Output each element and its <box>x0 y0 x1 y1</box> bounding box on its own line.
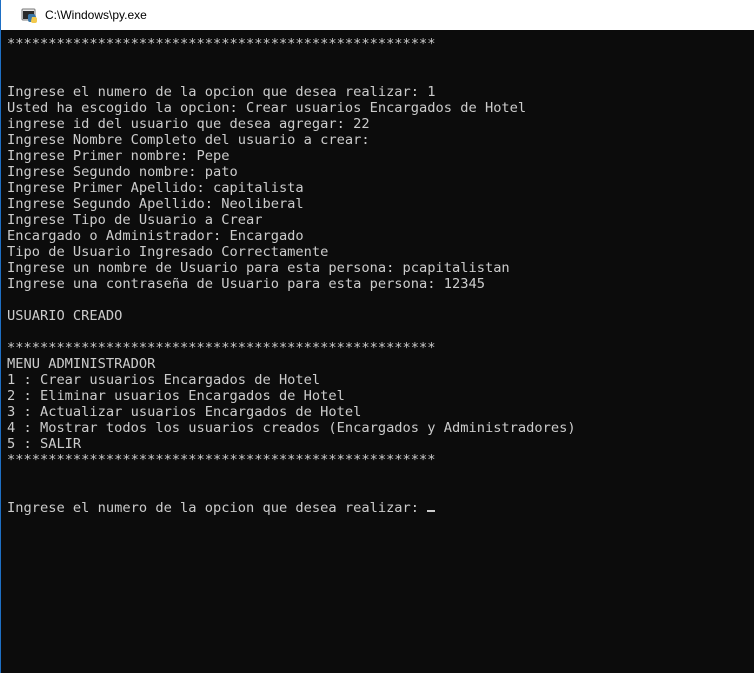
console-line: Ingrese Segundo Apellido: Neoliberal <box>7 196 304 212</box>
console-line: Ingrese Primer Apellido: capitalista <box>7 180 304 196</box>
text-cursor <box>427 510 436 512</box>
console-line: Ingrese Tipo de Usuario a Crear <box>7 212 263 228</box>
console-output[interactable]: ****************************************… <box>1 30 754 673</box>
console-line: ingrese id del usuario que desea agregar… <box>7 116 370 132</box>
console-window: C:\Windows\py.exe **********************… <box>0 0 754 673</box>
console-line: Ingrese un nombre de Usuario para esta p… <box>7 260 510 276</box>
console-lines: ****************************************… <box>7 36 576 516</box>
console-line: USUARIO CREADO <box>7 308 123 324</box>
console-line: Ingrese una contraseña de Usuario para e… <box>7 276 485 292</box>
console-line: 1 : Crear usuarios Encargados de Hotel <box>7 372 321 388</box>
console-line: MENU ADMINISTRADOR <box>7 356 156 372</box>
python-launcher-icon <box>21 8 37 23</box>
console-line: Encargado o Administrador: Encargado <box>7 228 304 244</box>
title-bar[interactable]: C:\Windows\py.exe <box>1 0 754 30</box>
console-line: Ingrese el numero de la opcion que desea… <box>7 84 436 100</box>
console-line: Ingrese el numero de la opcion que desea… <box>7 500 576 516</box>
console-line: 5 : SALIR <box>7 436 82 452</box>
window-title: C:\Windows\py.exe <box>45 8 147 22</box>
console-line: Tipo de Usuario Ingresado Correctamente <box>7 244 329 260</box>
console-line: ****************************************… <box>7 36 436 52</box>
console-line: 2 : Eliminar usuarios Encargados de Hote… <box>7 388 345 404</box>
console-line: 3 : Actualizar usuarios Encargados de Ho… <box>7 404 362 420</box>
console-line: ****************************************… <box>7 340 436 356</box>
console-line: ****************************************… <box>7 452 436 468</box>
console-line: Ingrese Nombre Completo del usuario a cr… <box>7 132 370 148</box>
console-line: Ingrese Segundo nombre: pato <box>7 164 238 180</box>
console-line: Ingrese Primer nombre: Pepe <box>7 148 230 164</box>
console-line: Usted ha escogido la opcion: Crear usuar… <box>7 100 527 116</box>
console-line: 4 : Mostrar todos los usuarios creados (… <box>7 420 576 436</box>
